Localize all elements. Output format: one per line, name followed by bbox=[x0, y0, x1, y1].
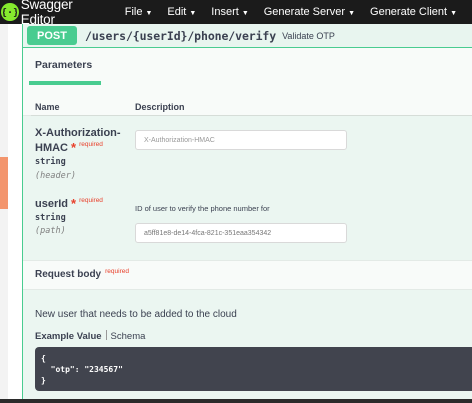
example-tabs: Example Value Schema bbox=[35, 329, 145, 342]
menu-label: Insert bbox=[211, 6, 239, 18]
operation-path: /users/{userId}/phone/verify bbox=[85, 28, 277, 43]
tab-example-value[interactable]: Example Value bbox=[35, 331, 102, 342]
operation-summary-text: Validate OTP bbox=[282, 30, 335, 41]
column-header-name: Name bbox=[35, 102, 60, 112]
operation-summary[interactable]: POST /users/{userId}/phone/verify Valida… bbox=[23, 24, 472, 48]
caret-down-icon: ▼ bbox=[348, 9, 356, 17]
menu-generate-client[interactable]: Generate Client ▼ bbox=[370, 6, 457, 18]
param-name-line: X-Authorization- bbox=[35, 127, 121, 139]
tab-schema[interactable]: Schema bbox=[111, 331, 146, 342]
logo[interactable]: {·} Swagger Editor bbox=[0, 0, 125, 27]
split-handle[interactable] bbox=[0, 157, 8, 209]
caret-down-icon: ▼ bbox=[145, 9, 153, 17]
param-name-line: HMAC bbox=[35, 142, 68, 154]
required-asterisk: * bbox=[71, 140, 77, 155]
swagger-logo-icon: {·} bbox=[1, 3, 19, 21]
param-name: userId * required bbox=[35, 196, 103, 212]
column-header-description: Description bbox=[135, 102, 185, 112]
required-label: required bbox=[79, 197, 103, 204]
param-description: ID of user to verify the phone number fo… bbox=[135, 204, 270, 213]
menu-label: Generate Client bbox=[370, 6, 448, 18]
input-value: a5ff81e8-de14-4fca-821c-351eaa354342 bbox=[144, 229, 272, 237]
method-badge: POST bbox=[27, 26, 77, 45]
caret-down-icon: ▼ bbox=[241, 9, 249, 17]
required-label: required bbox=[105, 268, 129, 275]
request-body-description: New user that needs to be added to the c… bbox=[35, 309, 237, 320]
top-bar: {·} Swagger Editor File▼ Edit▼ Insert▼ G… bbox=[0, 0, 472, 27]
request-body-title: Request body required bbox=[35, 268, 129, 280]
editor-pane-edge bbox=[0, 24, 8, 399]
caret-down-icon: ▼ bbox=[189, 9, 197, 17]
tab-parameters[interactable]: Parameters bbox=[35, 59, 92, 71]
user-id-input[interactable]: a5ff81e8-de14-4fca-821c-351eaa354342 bbox=[135, 223, 347, 243]
param-type: string bbox=[35, 157, 66, 167]
x-authorization-hmac-input[interactable]: X-Authorization-HMAC bbox=[135, 130, 347, 150]
required-label: required bbox=[79, 141, 103, 148]
input-placeholder: X-Authorization-HMAC bbox=[144, 136, 215, 144]
spacer bbox=[8, 24, 22, 399]
caret-down-icon: ▼ bbox=[450, 9, 457, 17]
menu-generate-server[interactable]: Generate Server ▼ bbox=[264, 6, 355, 18]
menu-insert[interactable]: Insert ▼ bbox=[211, 6, 248, 18]
menu-file[interactable]: File ▼ bbox=[125, 6, 153, 18]
header-divider bbox=[31, 115, 472, 116]
request-body-title-text: Request body bbox=[35, 269, 102, 280]
menu-edit[interactable]: Edit ▼ bbox=[167, 6, 196, 18]
param-name-line: userId bbox=[35, 198, 69, 210]
param-in: (path) bbox=[35, 226, 66, 236]
param-name: X-Authorization- HMAC * required bbox=[35, 127, 121, 156]
menu-label: Edit bbox=[167, 6, 187, 18]
operation-block: POST /users/{userId}/phone/verify Valida… bbox=[22, 24, 472, 402]
menu-label: Generate Server bbox=[263, 6, 346, 18]
tab-active-indicator bbox=[29, 81, 101, 85]
tab-separator bbox=[105, 330, 107, 340]
example-code-block[interactable]: { "otp": "234567" } bbox=[35, 347, 472, 391]
svg-text:{·}: {·} bbox=[3, 8, 17, 19]
required-asterisk: * bbox=[71, 196, 77, 211]
menu-bar: File ▼ Edit ▼ Insert ▼ Generate Server ▼ Gen… bbox=[125, 0, 472, 24]
app-title: Swagger Editor bbox=[20, 0, 73, 27]
bottom-edge bbox=[0, 399, 472, 403]
param-in: (header) bbox=[35, 171, 76, 181]
param-type: string bbox=[35, 213, 66, 223]
menu-label: File bbox=[124, 6, 143, 18]
